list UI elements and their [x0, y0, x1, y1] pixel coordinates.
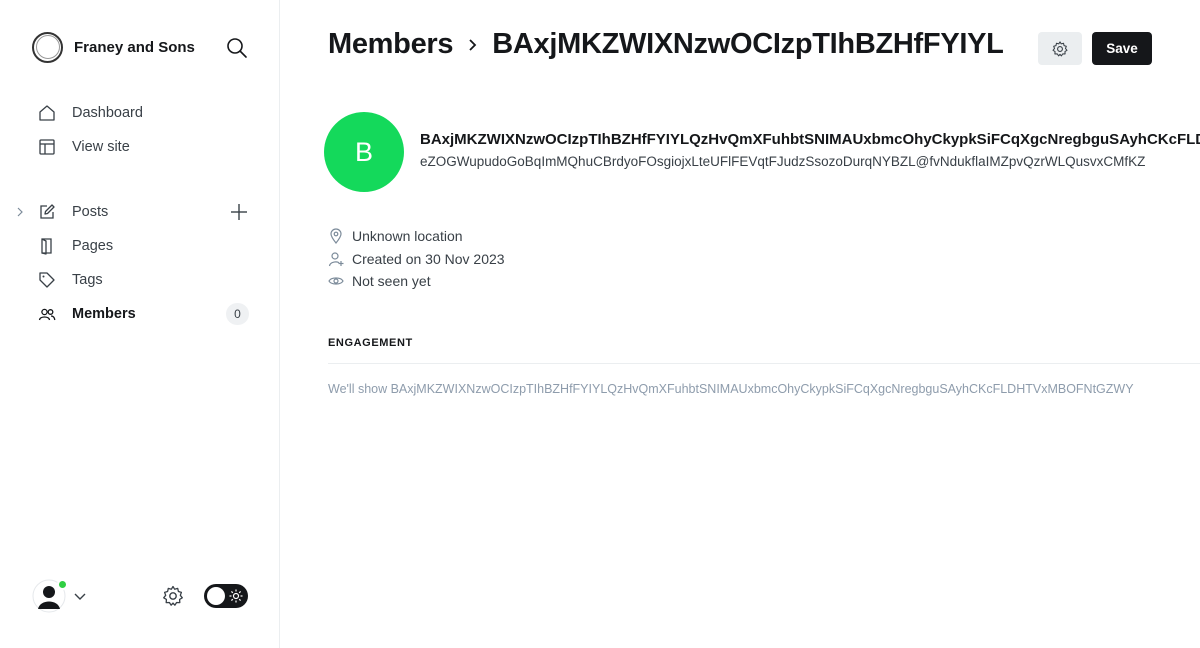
- member-email: eZOGWupudoGoBqImMQhuCBrdyoFOsgiojxLteUFl…: [420, 154, 1146, 169]
- sidebar-item-tags[interactable]: Tags: [0, 263, 280, 297]
- meta-location: Unknown location: [328, 225, 505, 248]
- location-pin-icon: [328, 228, 344, 245]
- user-add-icon: [328, 251, 344, 267]
- created-text: Created on 30 Nov 2023: [352, 250, 505, 267]
- sidebar: Franey and Sons Dashboard View site Post: [0, 0, 280, 648]
- page-icon: [38, 237, 56, 255]
- search-icon[interactable]: [226, 37, 248, 59]
- theme-toggle[interactable]: [204, 584, 248, 608]
- location-text: Unknown location: [352, 228, 463, 245]
- chevron-down-icon[interactable]: [73, 589, 87, 603]
- engagement-empty-text: We'll show BAxjMKZWIXNzwOCIzpTIhBZHfFYIY…: [328, 382, 1134, 396]
- sidebar-item-posts[interactable]: Posts: [0, 195, 280, 229]
- seen-text: Not seen yet: [352, 273, 431, 290]
- sidebar-item-label: Posts: [72, 204, 109, 220]
- nav-secondary: Posts Pages Tags Members 0: [0, 195, 280, 331]
- gear-icon[interactable]: [161, 584, 185, 608]
- gear-icon: [1051, 40, 1069, 58]
- sidebar-item-members[interactable]: Members 0: [0, 297, 280, 331]
- add-post-icon[interactable]: [229, 202, 249, 222]
- chevron-right-icon[interactable]: [14, 205, 26, 219]
- sun-icon: [229, 589, 243, 603]
- sidebar-item-dashboard[interactable]: Dashboard: [0, 96, 280, 130]
- meta-created: Created on 30 Nov 2023: [328, 248, 505, 271]
- breadcrumb: Members BAxjMKZWIXNzwOCIzpTIhBZHfFYIYL: [328, 28, 1038, 61]
- divider: [328, 363, 1200, 364]
- members-icon: [38, 305, 56, 323]
- breadcrumb-members-link[interactable]: Members: [328, 28, 454, 61]
- engagement-heading: ENGAGEMENT: [328, 337, 413, 349]
- online-status-dot: [57, 579, 68, 590]
- member-name: BAxjMKZWIXNzwOCIzpTIhBZHfFYIYLQzHvQmXFuh…: [420, 131, 1200, 148]
- eye-icon: [328, 273, 344, 289]
- page-title: BAxjMKZWIXNzwOCIzpTIhBZHfFYIYL: [492, 28, 1004, 60]
- sidebar-item-label: Tags: [72, 272, 103, 288]
- toggle-knob: [207, 587, 225, 605]
- sidebar-item-label: Dashboard: [72, 105, 143, 121]
- pencil-icon: [38, 203, 56, 221]
- tag-icon: [38, 271, 56, 289]
- layout-icon: [38, 138, 56, 156]
- save-button[interactable]: Save: [1092, 32, 1152, 65]
- sidebar-item-label: Members: [72, 306, 136, 322]
- sidebar-item-view-site[interactable]: View site: [0, 130, 280, 164]
- main-content: Members BAxjMKZWIXNzwOCIzpTIhBZHfFYIYL S…: [280, 0, 1200, 648]
- house-icon: [38, 104, 56, 122]
- members-count-badge: 0: [226, 303, 249, 325]
- member-meta: Unknown location Created on 30 Nov 2023 …: [328, 225, 505, 293]
- chevron-right-icon: [465, 37, 481, 53]
- site-logo-icon: [32, 32, 63, 63]
- member-actions-button[interactable]: [1038, 32, 1082, 65]
- sidebar-item-label: Pages: [72, 238, 114, 254]
- nav-primary: Dashboard View site: [0, 96, 280, 164]
- brand[interactable]: Franey and Sons: [32, 32, 195, 63]
- meta-seen: Not seen yet: [328, 270, 505, 293]
- brand-name: Franey and Sons: [74, 39, 195, 56]
- sidebar-item-pages[interactable]: Pages: [0, 229, 280, 263]
- member-avatar: B: [324, 112, 404, 192]
- sidebar-item-label: View site: [72, 139, 130, 155]
